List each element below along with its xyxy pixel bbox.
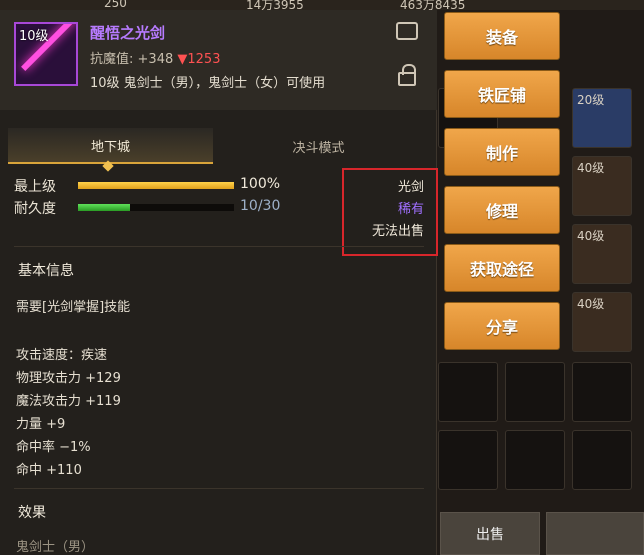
inventory-slot[interactable] [505,430,565,490]
grade-label: 最上级 [14,179,56,195]
share-icon[interactable] [396,22,418,40]
tab-dungeon[interactable]: 地下城 [8,128,213,164]
grade-value: 100% [240,176,281,192]
inventory-slot[interactable] [438,430,498,490]
item-type: 光剑 [397,180,424,195]
grade-bar [78,182,234,189]
durability-bar [78,204,234,211]
inventory-slot[interactable] [438,362,498,422]
item-icon: 10级 [14,22,78,86]
effect-line: 鬼剑士（男） [16,540,95,555]
stat-line: 力量 +9 [16,417,66,432]
effects-title: 效果 [18,505,46,521]
divider [14,246,424,247]
repair-button[interactable]: 修理 [444,186,560,234]
item-header: 10级 醒悟之光剑 抗魔值: +348 ▼1253 10级 鬼剑士（男），鬼剑士… [0,10,437,110]
blacksmith-button[interactable]: 铁匠铺 [444,70,560,118]
resist-value: 抗魔值: +348 ▼1253 [90,52,221,67]
inventory-action-button[interactable] [546,512,644,555]
equip-button[interactable]: 装备 [444,12,560,60]
inventory-slot[interactable] [505,362,565,422]
stat-line: 攻击速度：疾速 [16,348,108,363]
item-rarity: 稀有 [397,202,424,217]
item-type-highlight: 光剑 稀有 无法出售 [342,168,438,256]
stat-line: 物理攻击力 +129 [16,371,121,386]
durability-label: 耐久度 [14,201,56,217]
basic-info-title: 基本信息 [18,263,74,279]
resource-a: 250 [104,0,127,10]
inventory-slot[interactable]: 40级 [572,156,632,216]
item-tooltip: 10级 醒悟之光剑 抗魔值: +348 ▼1253 10级 鬼剑士（男），鬼剑士… [0,10,438,555]
resource-bar: 250 14万3955 463万8435 [0,0,644,12]
craft-button[interactable]: 制作 [444,128,560,176]
lock-icon[interactable] [398,64,416,86]
inventory-slot[interactable]: 40级 [572,224,632,284]
trade-status: 无法出售 [371,224,424,239]
inventory-slot[interactable]: 40级 [572,292,632,352]
acquire-route-button[interactable]: 获取途径 [444,244,560,292]
item-level-badge: 10级 [19,29,49,44]
stat-line: 魔法攻击力 +119 [16,394,121,409]
inventory-slot[interactable]: 20级 [572,88,632,148]
divider [14,488,424,489]
stat-line: 命中 +110 [16,463,82,478]
sell-button[interactable]: 出售 [440,512,540,555]
inventory-slot[interactable] [572,362,632,422]
item-name: 醒悟之光剑 [90,24,166,42]
durability-value: 10/30 [240,198,281,214]
skill-requirement: 需要[光剑掌握]技能 [16,300,131,315]
share-button[interactable]: 分享 [444,302,560,350]
inventory-slot[interactable] [572,430,632,490]
usable-classes: 10级 鬼剑士（男），鬼剑士（女）可使用 [90,76,326,91]
stat-line: 命中率 −1% [16,440,91,455]
tab-pvp[interactable]: 决斗模式 [216,128,421,164]
